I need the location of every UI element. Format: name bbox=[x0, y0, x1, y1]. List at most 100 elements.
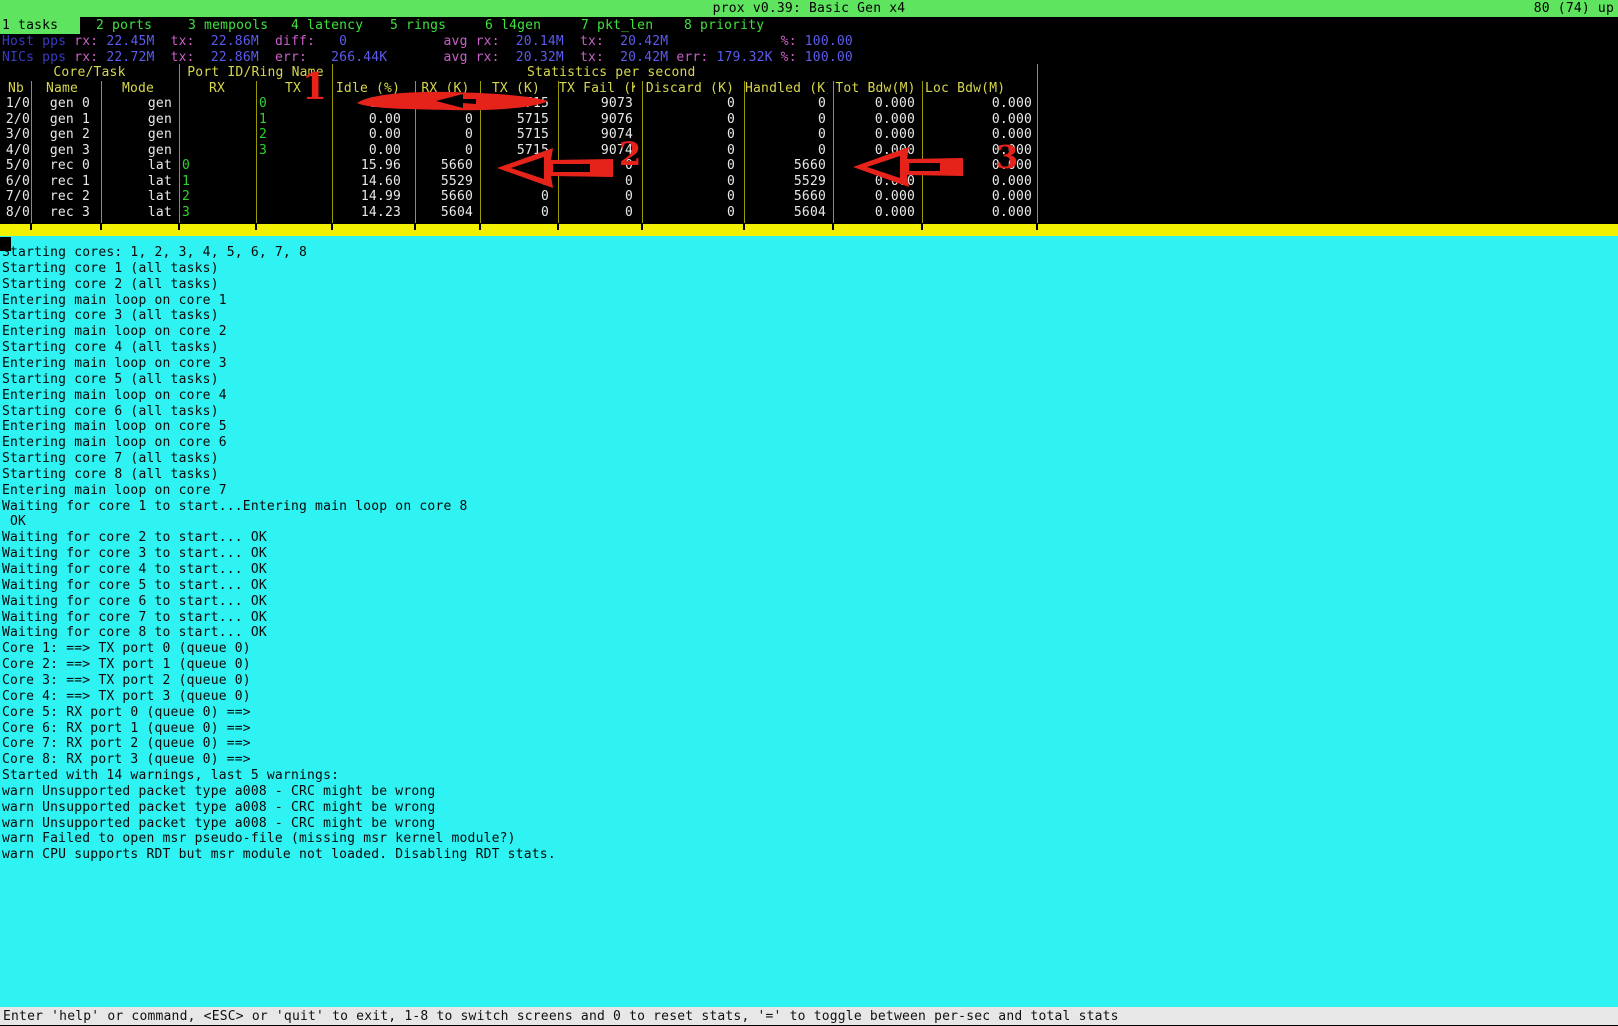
cell-discard-k-: 0 bbox=[645, 158, 735, 173]
log-line: Entering main loop on core 6 bbox=[2, 435, 227, 450]
log-line: Entering main loop on core 2 bbox=[2, 324, 227, 339]
cell-tx-fail-k-: 9076 bbox=[561, 112, 633, 127]
log-line: Entering main loop on core 7 bbox=[2, 483, 227, 498]
table-row: 7/0rec 2lat214.99566000056600.0000.000 bbox=[0, 189, 1040, 205]
log-line: Entering main loop on core 1 bbox=[2, 293, 227, 308]
tab-1-tasks[interactable]: 1 tasks bbox=[0, 17, 80, 34]
tab-3-mempools[interactable]: 3 mempools bbox=[188, 17, 268, 34]
log-line: Starting core 6 (all tasks) bbox=[2, 404, 219, 419]
cell-tx-k-: 5715 bbox=[483, 96, 549, 111]
tab-5-rings[interactable]: 5 rings bbox=[390, 17, 446, 34]
cell-tot-bdw-m-: 0.000 bbox=[836, 143, 915, 158]
tab-4-latency[interactable]: 4 latency bbox=[291, 17, 363, 34]
cell-idle-: 14.23 bbox=[335, 205, 401, 220]
annotation-number-1: 1 bbox=[302, 80, 327, 95]
cell-name: rec 0 bbox=[34, 158, 90, 173]
separator-tick bbox=[921, 224, 923, 230]
separator-tick bbox=[331, 224, 333, 230]
cell-idle-: 0.00 bbox=[335, 112, 401, 127]
log-line: Waiting for core 8 to start... OK bbox=[2, 625, 267, 640]
table-row: 4/0gen 3gen30.00057159074000.0000.000 bbox=[0, 143, 1040, 159]
cell-name: rec 3 bbox=[34, 205, 90, 220]
log-line: Core 1: ==> TX port 0 (queue 0) bbox=[2, 641, 251, 656]
cell-nb: 5/0 bbox=[2, 158, 30, 173]
log-line: Starting core 2 (all tasks) bbox=[2, 277, 219, 292]
separator-tick bbox=[743, 224, 745, 230]
cell-mode: gen bbox=[104, 96, 172, 111]
cell-rx-k-: 5660 bbox=[418, 158, 473, 173]
log-line: Starting core 5 (all tasks) bbox=[2, 372, 219, 387]
tab-6-l4gen[interactable]: 6 l4gen bbox=[485, 17, 541, 34]
log-line: Waiting for core 6 to start... OK bbox=[2, 594, 267, 609]
separator-tick bbox=[1036, 224, 1038, 230]
stat-segment-label: avg rx: bbox=[444, 50, 516, 65]
cell-handled-k-: 5604 bbox=[747, 205, 826, 220]
cell-name: gen 2 bbox=[34, 127, 90, 142]
stat-segment-value: 22.86M bbox=[211, 34, 259, 49]
cell-nb: 7/0 bbox=[2, 189, 30, 204]
cell-tx-k-: 0 bbox=[483, 189, 549, 204]
table-row: 5/0rec 0lat015.96566000056600.0000.000 bbox=[0, 158, 1040, 174]
tab-bar: 1 tasks 2 ports 3 mempools 4 latency 5 rings… bbox=[0, 17, 1618, 34]
cell-nb: 8/0 bbox=[2, 205, 30, 220]
command-bar[interactable]: Enter 'help' or command, <ESC> or 'quit'… bbox=[0, 1007, 1618, 1025]
log-line: Starting core 4 (all tasks) bbox=[2, 340, 219, 355]
app-title: prox v0.39: Basic Gen x4 bbox=[713, 1, 906, 16]
nics-pps-stats-line: NICs pps rx: 22.72M tx: 22.86M err: 266.… bbox=[2, 50, 853, 65]
group-separator bbox=[332, 64, 333, 81]
cell-tx-k-: 0 bbox=[483, 205, 549, 220]
stat-segment-value: 20.14M bbox=[516, 34, 564, 49]
table-row: 1/0gen 0gen00.00057159073000.0000.000 bbox=[0, 96, 1040, 112]
cell-handled-k-: 5660 bbox=[747, 158, 826, 173]
separator-tick bbox=[100, 224, 102, 230]
cell-tot-bdw-m-: 0.000 bbox=[836, 189, 915, 204]
stat-segment-value: 22.45M bbox=[106, 34, 154, 49]
yellow-divider bbox=[0, 224, 1618, 236]
cell-tx-fail-k-: 0 bbox=[561, 205, 633, 220]
cell-mode: gen bbox=[104, 143, 172, 158]
cell-tot-bdw-m-: 0.000 bbox=[836, 127, 915, 142]
cell-discard-k-: 0 bbox=[645, 205, 735, 220]
cell-rx-k-: 0 bbox=[418, 96, 473, 111]
cell-tx: 3 bbox=[259, 143, 327, 158]
cell-idle-: 0.00 bbox=[335, 96, 401, 111]
cell-nb: 3/0 bbox=[2, 127, 30, 142]
cell-tx-k-: 0 bbox=[483, 158, 549, 173]
separator-tick bbox=[479, 224, 481, 230]
cell-rx: 2 bbox=[182, 189, 252, 204]
uptime-indicator: 80 (74) up bbox=[1534, 1, 1614, 16]
cell-idle-: 15.96 bbox=[335, 158, 401, 173]
log-line: warn Failed to open msr pseudo-file (mis… bbox=[2, 831, 516, 846]
cell-rx-k-: 0 bbox=[418, 127, 473, 142]
cell-name: rec 2 bbox=[34, 189, 90, 204]
tab-2-ports[interactable]: 2 ports bbox=[96, 17, 152, 34]
stat-segment-label: tx: bbox=[564, 34, 620, 49]
cell-handled-k-: 0 bbox=[747, 143, 826, 158]
cell-idle-: 14.99 bbox=[335, 189, 401, 204]
stat-segment-value: 20.42M bbox=[620, 50, 668, 65]
cell-discard-k-: 0 bbox=[645, 143, 735, 158]
stat-segment-label bbox=[387, 50, 443, 65]
table-row: 8/0rec 3lat314.23560400056040.0000.000 bbox=[0, 205, 1040, 221]
stat-segment-label: rx: bbox=[66, 50, 106, 65]
stat-segment-name: Host pps bbox=[2, 34, 66, 49]
stat-segment-label: tx: bbox=[564, 50, 620, 65]
log-line: Starting cores: 1, 2, 3, 4, 5, 6, 7, 8 bbox=[2, 245, 307, 260]
cell-tot-bdw-m-: 0.000 bbox=[836, 112, 915, 127]
table-row: 6/0rec 1lat114.60552900055290.0000.000 bbox=[0, 174, 1040, 190]
separator-tick bbox=[641, 224, 643, 230]
stat-segment-label: diff: bbox=[259, 34, 339, 49]
log-line: Waiting for core 3 to start... OK bbox=[2, 546, 267, 561]
log-line: warn Unsupported packet type a008 - CRC … bbox=[2, 816, 435, 831]
tab-7-pkt_len[interactable]: 7 pkt_len bbox=[581, 17, 653, 34]
tab-8-priority[interactable]: 8 priority bbox=[684, 17, 764, 34]
cell-rx-k-: 5529 bbox=[418, 174, 473, 189]
cell-tx-k-: 5715 bbox=[483, 112, 549, 127]
cell-mode: gen bbox=[104, 112, 172, 127]
cell-loc-bdw-m-: 0.000 bbox=[925, 189, 1032, 204]
stat-segment-value: 20.32M bbox=[516, 50, 564, 65]
log-line: Waiting for core 5 to start... OK bbox=[2, 578, 267, 593]
separator-tick bbox=[557, 224, 559, 230]
stat-segment-value: 22.72M bbox=[106, 50, 154, 65]
cell-tot-bdw-m-: 0.000 bbox=[836, 158, 915, 173]
